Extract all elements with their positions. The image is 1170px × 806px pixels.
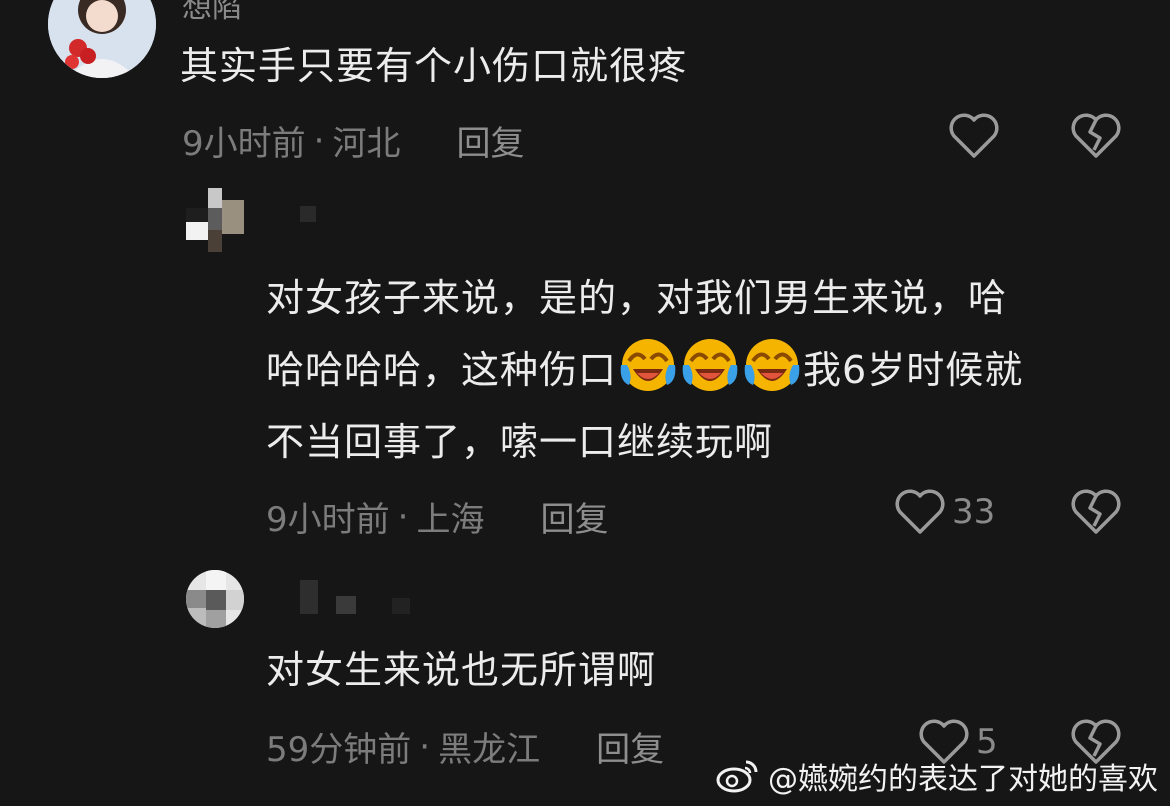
comment-line: 哈哈哈哈，这种伤口 我6岁时候就 bbox=[266, 334, 1146, 406]
heart-outline-icon bbox=[895, 489, 945, 534]
weibo-logo-icon bbox=[716, 760, 758, 793]
broken-heart-icon bbox=[1071, 113, 1121, 158]
watermark: @嬿婉约的表达了对她的喜欢 bbox=[716, 754, 1158, 798]
comment-time: 59分钟前 bbox=[266, 730, 412, 770]
avatar-image bbox=[186, 188, 244, 252]
like-button[interactable]: 33 bbox=[894, 488, 995, 536]
reply-button[interactable]: 回复 bbox=[456, 116, 524, 165]
comment-line: 不当回事了，嗦一口继续玩啊 bbox=[266, 420, 774, 464]
dislike-button[interactable] bbox=[1070, 112, 1122, 160]
username[interactable]: 想陷 bbox=[182, 0, 242, 26]
username-pixelated bbox=[300, 580, 318, 614]
heart-outline-icon bbox=[949, 113, 999, 158]
comment-line: 对女孩子来说，是的，对我们男生来说，哈 bbox=[266, 276, 1008, 320]
watermark-text: @嬿婉约的表达了对她的喜欢 bbox=[768, 762, 1158, 797]
broken-heart-icon bbox=[1071, 489, 1121, 534]
comment-time: 9小时前 bbox=[182, 124, 306, 164]
meta-separator: · bbox=[313, 120, 325, 161]
comment-meta: 9小时前 · 上海 回复 bbox=[266, 492, 608, 541]
comment-meta: 9小时前 · 河北 回复 bbox=[182, 116, 524, 165]
comment-meta: 59分钟前 · 黑龙江 回复 bbox=[266, 722, 664, 771]
crying-laughing-emoji bbox=[744, 339, 800, 391]
reply-button[interactable]: 回复 bbox=[540, 492, 608, 541]
avatar[interactable] bbox=[186, 570, 244, 628]
avatar-image bbox=[48, 0, 156, 78]
reply-button[interactable]: 回复 bbox=[596, 722, 664, 771]
avatar-image bbox=[186, 570, 244, 628]
comment-time: 9小时前 bbox=[266, 500, 390, 540]
avatar[interactable] bbox=[186, 188, 244, 252]
username-pixelated bbox=[300, 206, 316, 222]
comment-location: 上海 bbox=[416, 500, 485, 540]
like-count: 33 bbox=[952, 492, 996, 532]
meta-separator: · bbox=[419, 726, 431, 767]
username-pixelated bbox=[392, 598, 410, 614]
crying-laughing-emoji bbox=[682, 339, 738, 391]
meta-separator: · bbox=[397, 496, 409, 537]
username-pixelated bbox=[336, 596, 356, 614]
comment-location: 黑龙江 bbox=[438, 730, 541, 770]
dislike-button[interactable] bbox=[1070, 488, 1122, 536]
avatar[interactable] bbox=[48, 0, 156, 78]
crying-laughing-emoji bbox=[620, 339, 676, 391]
comment-text: 其实手只要有个小伤口就很疼 bbox=[180, 44, 688, 88]
comment-text: 对女生来说也无所谓啊 bbox=[266, 648, 657, 692]
comment-location: 河北 bbox=[332, 124, 401, 164]
like-button[interactable] bbox=[948, 112, 1000, 160]
comment-text: 对女孩子来说，是的，对我们男生来说，哈 哈哈哈哈，这种伤口 我6岁时候就 不当回… bbox=[266, 262, 1146, 478]
